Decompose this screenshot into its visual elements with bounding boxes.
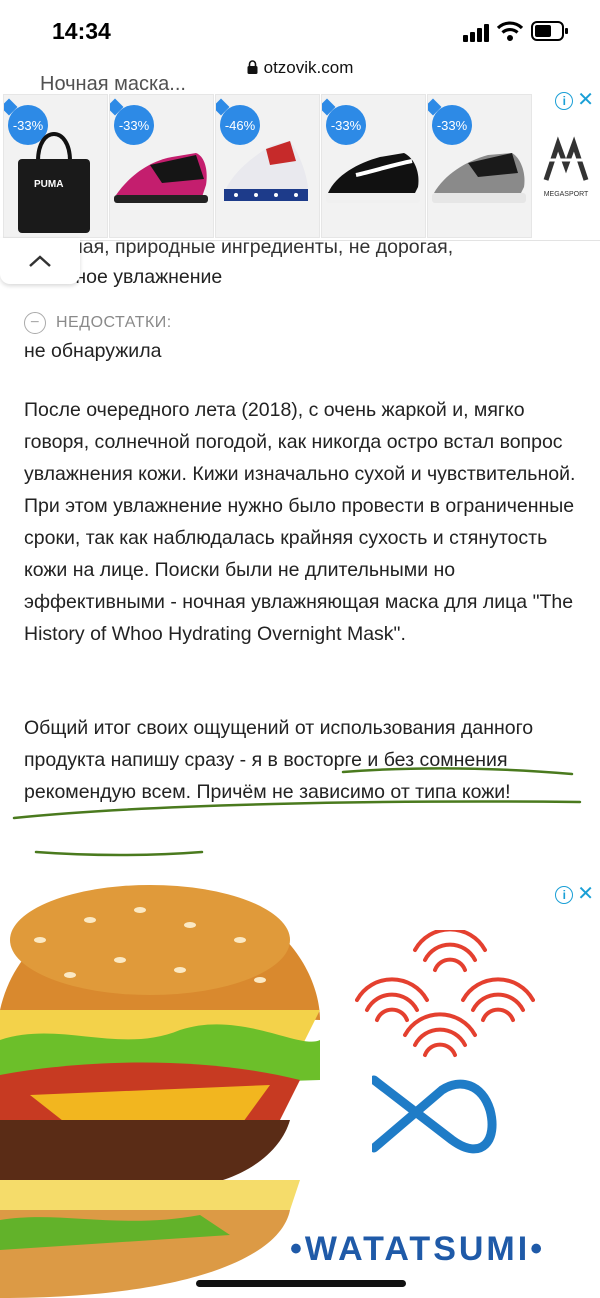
ad-product-4[interactable]: -33% bbox=[321, 94, 426, 238]
megasport-mark-icon bbox=[542, 136, 590, 181]
fish-logo-icon bbox=[372, 1075, 497, 1154]
bottom-ad-banner[interactable]: •WATATSUMI• i ✕ bbox=[0, 880, 600, 1298]
collapse-ad-button[interactable] bbox=[0, 238, 80, 284]
close-icon[interactable]: ✕ bbox=[577, 884, 594, 904]
ad-product-3[interactable]: -46% bbox=[215, 94, 320, 238]
clock: 14:34 bbox=[52, 18, 111, 44]
lock-icon bbox=[247, 60, 258, 74]
cons-label: НЕДОСТАТКИ: bbox=[56, 314, 172, 331]
cons-heading: − НЕДОСТАТКИ: bbox=[24, 312, 172, 334]
battery-icon bbox=[531, 21, 568, 41]
signal-icon bbox=[463, 24, 489, 42]
highlight-underlines bbox=[12, 767, 582, 857]
review-paragraph-1: После очередного лета (2018), с очень жа… bbox=[24, 399, 576, 645]
minus-circle-icon: − bbox=[24, 312, 46, 334]
tote-bag-image: PUMA bbox=[18, 132, 90, 233]
wifi-waves-graphic bbox=[355, 930, 535, 1057]
info-icon[interactable]: i bbox=[555, 92, 574, 110]
status-bar: 14:34 otzovik.com bbox=[0, 0, 600, 77]
chevron-up-icon bbox=[29, 255, 51, 267]
top-ad-banner[interactable]: -33% PUMA -33% -46% -33% -33% MEGASPORT … bbox=[0, 90, 600, 241]
burger-image bbox=[0, 885, 320, 1298]
megasport-label: MEGASPORT bbox=[543, 191, 589, 198]
pink-sneaker-image bbox=[114, 153, 208, 203]
info-icon[interactable]: i bbox=[555, 886, 574, 904]
cons-text: не обнаружила bbox=[24, 340, 162, 362]
watatsumi-brand: •WATATSUMI• bbox=[290, 1230, 546, 1268]
close-icon[interactable]: ✕ bbox=[577, 90, 594, 110]
ad-product-2[interactable]: -33% bbox=[109, 94, 214, 238]
black-sneaker-image bbox=[326, 153, 420, 203]
wifi-icon bbox=[497, 21, 523, 41]
ad-controls: i ✕ bbox=[555, 90, 594, 110]
megasport-logo[interactable]: MEGASPORT bbox=[538, 136, 594, 206]
grey-sneaker-image bbox=[432, 153, 526, 203]
ad-product-5[interactable]: -33% bbox=[427, 94, 532, 238]
bag-print: PUMA bbox=[34, 179, 63, 190]
stars-sneaker-image bbox=[224, 141, 308, 201]
home-indicator[interactable] bbox=[196, 1280, 406, 1287]
ad-controls-2: i ✕ bbox=[555, 884, 594, 904]
url-text: otzovik.com bbox=[263, 58, 354, 77]
ad-product-1[interactable]: -33% PUMA bbox=[3, 94, 108, 238]
